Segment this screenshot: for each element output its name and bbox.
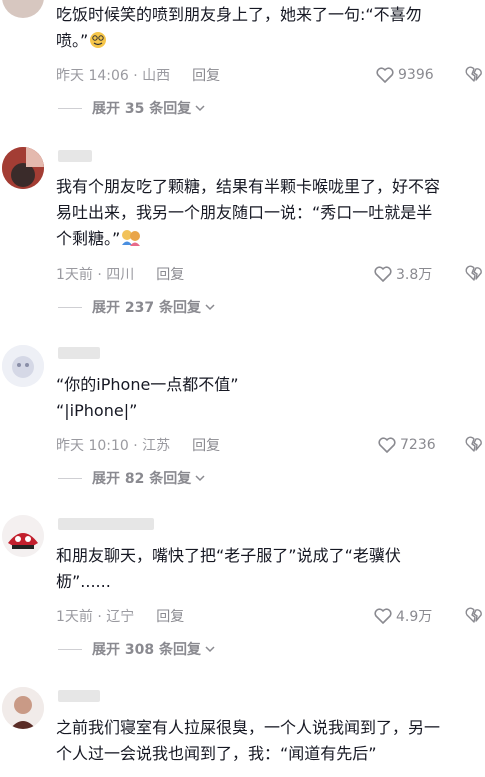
comment-text-line: 吃饭时候笑的喷到朋友身上了，她来了一句:“不喜勿 xyxy=(56,5,422,24)
avatar[interactable] xyxy=(2,345,44,387)
chevron-down-icon xyxy=(205,304,215,311)
chevron-down-icon xyxy=(205,646,215,653)
hugging-people-emoji-icon xyxy=(120,227,141,246)
like-button[interactable]: 4.9万 xyxy=(373,606,432,626)
comment-text: 之前我们寝室有人拉屎很臭，一个人说我闻到了，另一 个人过一会说我也闻到了，我：“… xyxy=(56,715,476,767)
comment-meta: 昨天 10:10 · 江苏 回复 xyxy=(56,435,220,455)
comment-time-location: 1天前 · 辽宁 xyxy=(56,609,135,625)
heart-outline-icon xyxy=(374,266,392,282)
avatar[interactable] xyxy=(2,515,44,557)
dizzy-face-emoji-icon xyxy=(88,31,108,49)
expand-replies-button[interactable]: 展开 308 条回复 xyxy=(58,639,215,659)
username[interactable] xyxy=(58,347,100,359)
expand-replies-label: 展开 237 条回复 xyxy=(92,300,201,316)
avatar[interactable] xyxy=(2,687,44,729)
comment-text: “你的iPhone一点都不值” “|iPhone|” xyxy=(56,372,476,424)
dislike-button[interactable] xyxy=(464,264,484,284)
comment-text-line: 易吐出来，我另一个朋友随口一说：“秀口一吐就是半 xyxy=(56,203,433,222)
chevron-down-icon xyxy=(195,475,205,482)
like-count: 4.9万 xyxy=(396,609,433,625)
comment-text-line: “|iPhone|” xyxy=(56,401,138,420)
comment-meta: 昨天 14:06 · 山西 回复 xyxy=(56,65,220,85)
username[interactable] xyxy=(58,690,100,702)
comment-text-line: 和朋友聊天，嘴快了把“老子服了”说成了“老骥伏 xyxy=(56,546,401,565)
dislike-button[interactable] xyxy=(464,65,484,85)
broken-heart-icon xyxy=(465,607,482,623)
reply-button[interactable]: 回复 xyxy=(156,606,184,626)
avatar[interactable] xyxy=(2,0,44,18)
reply-button[interactable]: 回复 xyxy=(156,264,184,284)
dislike-button[interactable] xyxy=(464,606,484,626)
divider-line xyxy=(58,477,82,479)
comment-time-location: 昨天 14:06 · 山西 xyxy=(56,68,171,84)
comment-time-location: 1天前 · 四川 xyxy=(56,267,135,283)
like-button[interactable]: 7236 xyxy=(377,435,436,455)
avatar[interactable] xyxy=(2,147,44,189)
comment-text-line: “你的iPhone一点都不值” xyxy=(56,375,239,394)
comment-text: 和朋友聊天，嘴快了把“老子服了”说成了“老骥伏 枥”...... xyxy=(56,543,476,595)
broken-heart-icon xyxy=(465,66,482,82)
heart-outline-icon xyxy=(378,437,396,453)
dislike-button[interactable] xyxy=(464,435,484,455)
username[interactable] xyxy=(58,150,92,162)
comment-text-line: 之前我们寝室有人拉屎很臭，一个人说我闻到了，另一 xyxy=(56,718,441,737)
username[interactable] xyxy=(58,518,154,530)
chevron-down-icon xyxy=(195,105,205,112)
comment-text-line: 我有个朋友吃了颗糖，结果有半颗卡喉咙里了，好不容 xyxy=(56,177,441,196)
comment-text-line: 喷。” xyxy=(56,28,476,54)
expand-replies-label: 展开 35 条回复 xyxy=(92,101,192,117)
expand-replies-button[interactable]: 展开 35 条回复 xyxy=(58,98,205,118)
divider-line xyxy=(58,306,82,308)
heart-outline-icon xyxy=(376,67,394,83)
like-count: 3.8万 xyxy=(396,267,433,283)
comment-time-location: 昨天 10:10 · 江苏 xyxy=(56,438,171,454)
reply-button[interactable]: 回复 xyxy=(192,435,220,455)
comment-text-line: 个人过一会说我也闻到了，我：“闻道有先后” xyxy=(56,744,377,763)
heart-outline-icon xyxy=(374,608,392,624)
expand-replies-button[interactable]: 展开 82 条回复 xyxy=(58,468,205,488)
like-button[interactable]: 3.8万 xyxy=(373,264,432,284)
broken-heart-icon xyxy=(465,436,482,452)
comment-text: 我有个朋友吃了颗糖，结果有半颗卡喉咙里了，好不容 易吐出来，我另一个朋友随口一说… xyxy=(56,174,476,252)
expand-replies-label: 展开 82 条回复 xyxy=(92,471,192,487)
like-count: 9396 xyxy=(398,67,434,83)
reply-button[interactable]: 回复 xyxy=(192,65,220,85)
like-button[interactable]: 9396 xyxy=(375,65,434,85)
like-count: 7236 xyxy=(400,437,436,453)
comment-meta: 1天前 · 四川 回复 xyxy=(56,264,184,284)
expand-replies-button[interactable]: 展开 237 条回复 xyxy=(58,297,215,317)
divider-line xyxy=(58,648,82,650)
comment-text: 吃饭时候笑的喷到朋友身上了，她来了一句:“不喜勿 喷。” xyxy=(56,2,476,54)
comment-meta: 1天前 · 辽宁 回复 xyxy=(56,606,184,626)
expand-replies-label: 展开 308 条回复 xyxy=(92,642,201,658)
comment-text-line: 枥”...... xyxy=(56,572,111,591)
divider-line xyxy=(58,107,82,109)
comment-text-line: 个剩糖。” xyxy=(56,226,476,252)
broken-heart-icon xyxy=(465,265,482,281)
